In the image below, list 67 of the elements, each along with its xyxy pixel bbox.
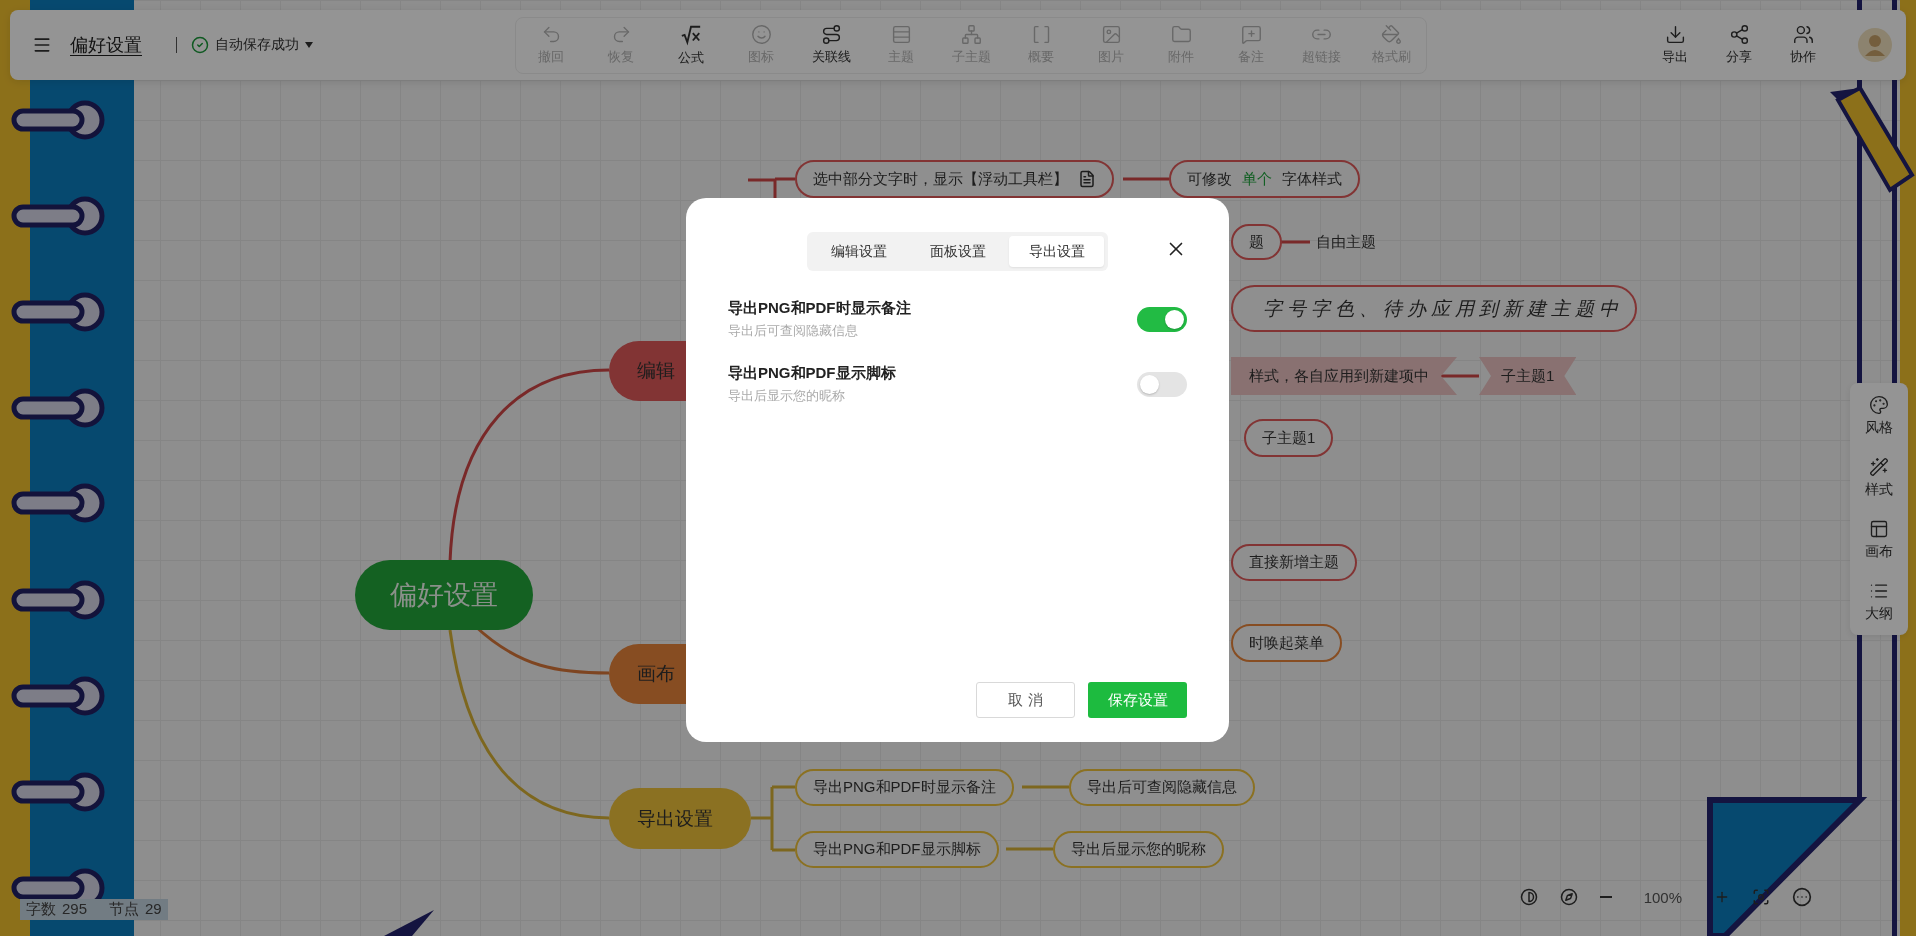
plus-icon: [1714, 889, 1730, 905]
focus-icon: [1752, 888, 1770, 906]
zoom-level: 100%: [1643, 888, 1682, 906]
side-panel-button[interactable]: 风格: [1865, 391, 1893, 441]
minus-icon: [1599, 896, 1612, 898]
export-button[interactable]: 导出: [1644, 20, 1706, 70]
word-count-label: 字数: [26, 900, 56, 919]
topic-node[interactable]: 导出设置: [609, 788, 751, 849]
action-icon: [1792, 24, 1814, 45]
topic-node[interactable]: 选中部分文字时，显示【浮动工具栏】: [795, 160, 1114, 198]
wand-icon: [1869, 457, 1889, 477]
image-icon: [1100, 23, 1122, 45]
connector-line: [749, 785, 797, 852]
check-icon: [191, 36, 209, 54]
node-count-label: 节点: [109, 900, 140, 919]
topic-node[interactable]: 导出后显示您的昵称: [1053, 831, 1224, 868]
toggle-switch[interactable]: [1137, 307, 1187, 332]
route-icon: [820, 23, 842, 45]
share-button[interactable]: 分享: [1708, 20, 1770, 70]
contrast-icon: [1519, 888, 1538, 906]
side-panel-button[interactable]: 画布: [1865, 515, 1893, 565]
topic-node[interactable]: 直接新增主题: [1231, 544, 1357, 581]
connector-line: [1123, 177, 1169, 181]
more-icon: [1792, 887, 1812, 907]
caret-icon: [305, 42, 313, 48]
settings-tab[interactable]: 编辑设置: [811, 236, 906, 267]
collaborate-button[interactable]: 协作: [1772, 20, 1834, 70]
connector-line: [1022, 785, 1069, 789]
topic-node[interactable]: 样式，各自应用到新建项中: [1231, 357, 1457, 395]
topic-label[interactable]: 自由主题: [1316, 229, 1376, 255]
action-icon: [1728, 24, 1750, 45]
folder-icon: [1170, 23, 1192, 45]
smile-icon: [750, 23, 772, 45]
setting-title: 导出PNG和PDF时显示备注: [728, 299, 911, 318]
side-panel-button[interactable]: 大纲: [1865, 577, 1893, 627]
network-icon: [960, 23, 982, 45]
topic-node[interactable]: 导出后可查阅隐藏信息: [1069, 769, 1255, 806]
toggle-switch[interactable]: [1137, 372, 1187, 397]
action-icon: [1664, 24, 1686, 45]
settings-tab[interactable]: 导出设置: [1009, 236, 1104, 267]
topic-node[interactable]: 时唤起菜单: [1231, 624, 1342, 662]
note-icon[interactable]: [1078, 170, 1096, 188]
connector-line: [1006, 847, 1053, 851]
rows-icon: [890, 23, 912, 45]
side-panel-button[interactable]: 样式: [1865, 453, 1893, 503]
topic-node[interactable]: 子主题1: [1244, 419, 1334, 457]
comment-plus-icon: [1240, 23, 1262, 45]
layout-icon: [1869, 519, 1889, 539]
topic-node[interactable]: 可修改 单个 字体样式: [1169, 160, 1360, 198]
topic-node[interactable]: 导出PNG和PDF显示脚标: [795, 831, 999, 868]
setting-description: 导出后可查阅隐藏信息: [728, 322, 859, 340]
settings-tab[interactable]: 面板设置: [910, 236, 1005, 267]
radical-icon: [680, 23, 702, 46]
document-title[interactable]: 偏好设置: [70, 33, 142, 57]
topic-node[interactable]: 字号字色、待办应用到新建主题中: [1231, 285, 1637, 332]
node-count: 29: [145, 900, 162, 919]
pencil-tip-drawing: [384, 910, 434, 936]
toolbar-button[interactable]: 关联线: [796, 19, 866, 71]
word-count: 295: [62, 900, 88, 919]
topic-node[interactable]: 导出PNG和PDF时显示备注: [795, 769, 1014, 806]
save-status-dropdown[interactable]: 自动保存成功: [191, 36, 313, 54]
cancel-button[interactable]: 取 消: [976, 682, 1075, 718]
menu-icon: [32, 35, 52, 55]
compass-icon: [1559, 888, 1578, 906]
toolbar-button[interactable]: 公式: [656, 19, 726, 71]
palette-icon: [1869, 395, 1889, 415]
paint-bucket-icon: [1380, 23, 1402, 45]
